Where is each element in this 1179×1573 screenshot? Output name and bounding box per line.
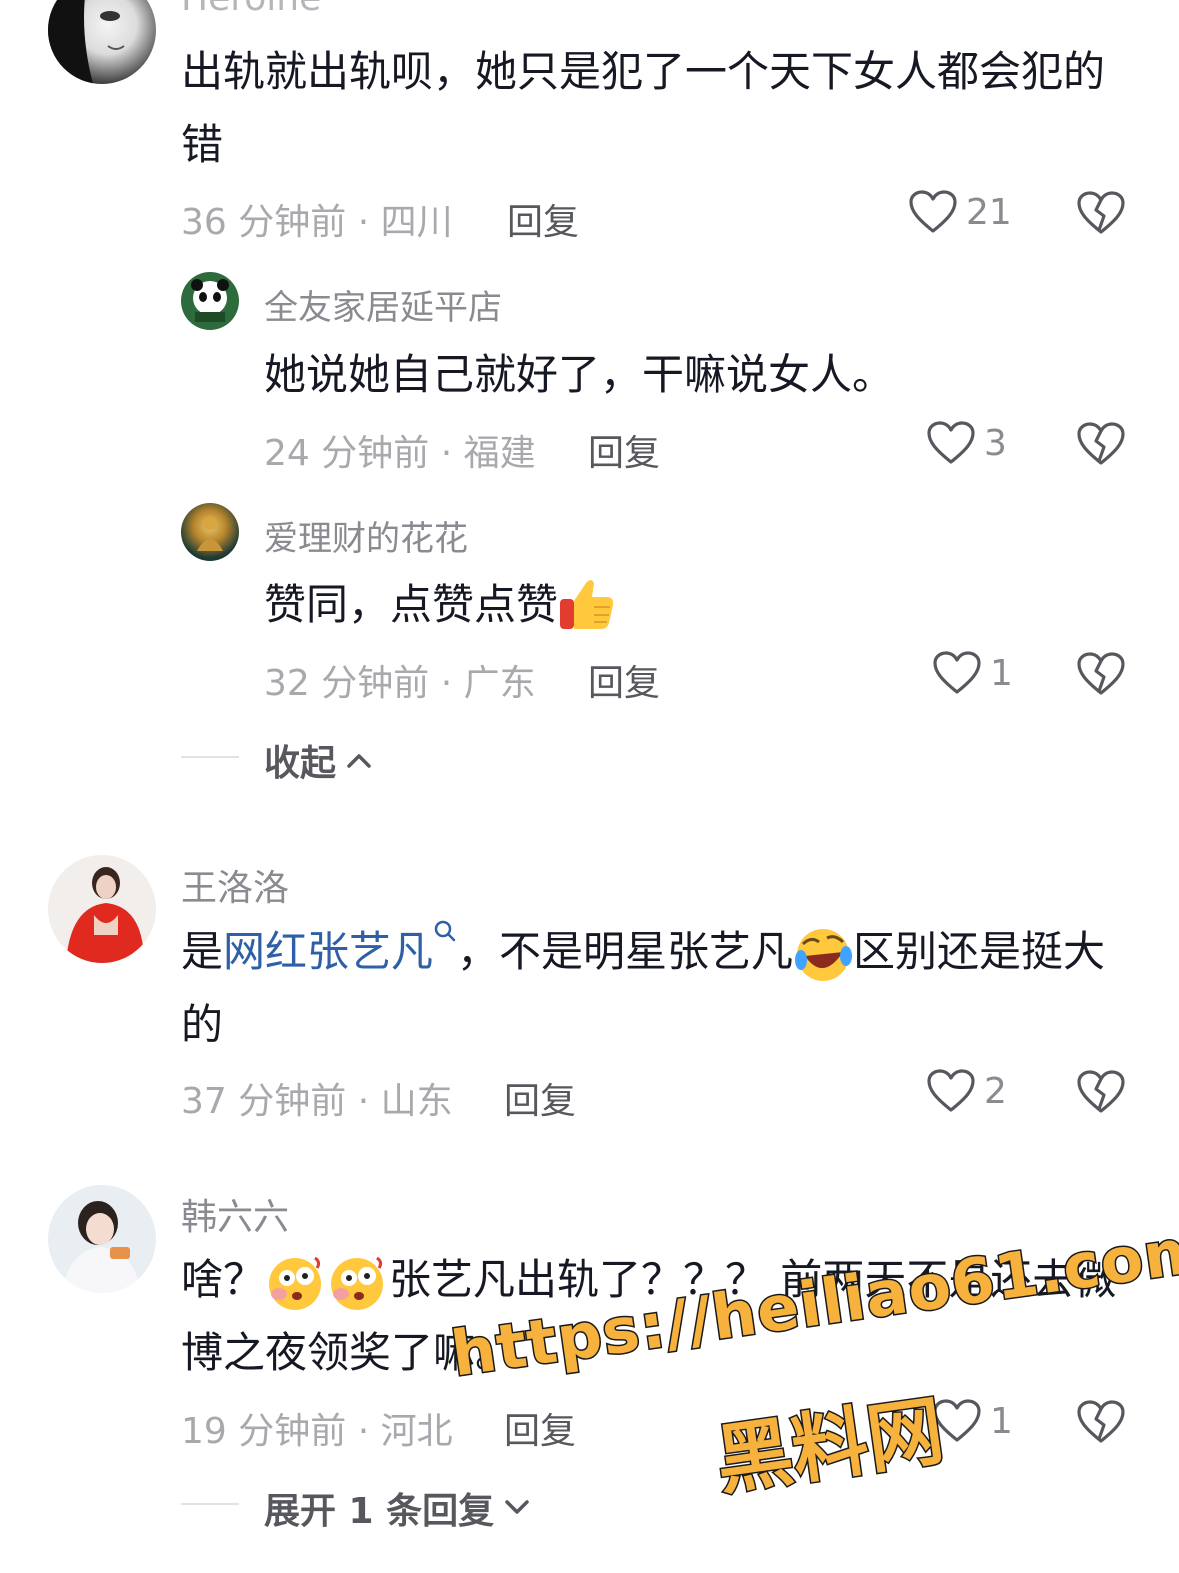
- comment-meta: 19 分钟前 · 河北: [181, 1411, 453, 1452]
- like-button[interactable]: 1: [932, 650, 1013, 696]
- reply-content: 她说她自己就好了，干嘛说女人。: [264, 350, 895, 399]
- content-text: ，不是明星张艺凡: [457, 927, 794, 976]
- heart-icon: [927, 1069, 975, 1112]
- avatar[interactable]: [181, 272, 239, 330]
- woozy-face-icon: [331, 1256, 384, 1310]
- reply-content: 赞同，点赞点赞: [264, 580, 559, 629]
- divider: [181, 756, 239, 758]
- comment-meta: 37 分钟前 · 山东: [181, 1081, 453, 1122]
- search-link-text: 网红张艺凡: [223, 927, 434, 976]
- expand-replies-button[interactable]: 展开 1 条回复: [264, 1482, 530, 1534]
- reply-button[interactable]: 回复: [504, 1072, 576, 1124]
- reply-button[interactable]: 回复: [588, 654, 660, 706]
- reply-button[interactable]: 回复: [504, 1402, 576, 1454]
- comment-content: 是网红张艺凡 ，不是明星张艺凡 区别还是挺大的: [181, 915, 1121, 1061]
- thumbs-up-icon: [560, 579, 614, 629]
- divider: [181, 1503, 239, 1505]
- avatar[interactable]: [48, 0, 156, 84]
- watermark-name: 黑料网: [709, 1384, 950, 1507]
- reply-username[interactable]: 爱理财的花花: [264, 511, 468, 560]
- like-button[interactable]: 3: [926, 420, 1007, 466]
- woozy-face-icon: [269, 1256, 322, 1310]
- avatar[interactable]: [181, 503, 239, 561]
- avatar[interactable]: [48, 855, 156, 963]
- like-count: 21: [966, 191, 1012, 233]
- dislike-icon[interactable]: [1076, 1069, 1126, 1115]
- like-button[interactable]: 1: [932, 1398, 1013, 1444]
- avatar-image: [66, 867, 144, 963]
- like-count: 3: [984, 422, 1007, 464]
- like-count: 1: [990, 652, 1013, 694]
- dislike-icon[interactable]: [1076, 651, 1126, 697]
- like-count: 1: [990, 1400, 1013, 1442]
- reply-button[interactable]: 回复: [588, 424, 660, 476]
- avatar[interactable]: [48, 1185, 156, 1293]
- avatar-image: [197, 516, 223, 551]
- comment-username[interactable]: 王洛洛: [181, 859, 289, 911]
- avatar-image: [48, 0, 125, 84]
- dislike-icon[interactable]: [1076, 421, 1126, 467]
- content-text: 是: [181, 927, 224, 976]
- reply-username[interactable]: 全友家居延平店: [264, 280, 502, 329]
- reply-meta: 24 分钟前 · 福建: [264, 433, 536, 474]
- reply-button[interactable]: 回复: [507, 193, 579, 245]
- rofl-emoji-icon: [795, 928, 853, 981]
- heart-icon: [927, 421, 975, 464]
- like-count: 2: [984, 1070, 1007, 1112]
- chevron-up-icon: [347, 754, 371, 768]
- search-link[interactable]: 网红张艺凡: [223, 920, 457, 976]
- collapse-label: 收起: [264, 743, 337, 784]
- chevron-down-icon: [505, 1500, 529, 1514]
- comment-meta: 36 分钟前 · 四川: [181, 202, 453, 243]
- like-button[interactable]: 21: [908, 189, 1012, 235]
- comment-content: 出轨就出轨呗，她只是犯了一个天下女人都会犯的错: [181, 47, 1106, 169]
- like-button[interactable]: 2: [926, 1068, 1007, 1114]
- expand-label: 展开 1 条回复: [264, 1491, 495, 1532]
- search-icon: [434, 920, 456, 942]
- avatar-image: [62, 1201, 140, 1293]
- avatar-image: [191, 279, 229, 322]
- reply-content-row: 赞同，点赞点赞: [264, 568, 616, 641]
- comment-username[interactable]: 韩六六: [181, 1188, 289, 1240]
- content-text: 啥？: [181, 1255, 266, 1304]
- heart-icon: [933, 651, 981, 694]
- reply-meta: 32 分钟前 · 广东: [264, 663, 536, 704]
- dislike-icon[interactable]: [1076, 1399, 1126, 1445]
- heart-icon: [909, 190, 957, 233]
- dislike-icon[interactable]: [1076, 190, 1126, 236]
- collapse-replies-button[interactable]: 收起: [264, 734, 372, 786]
- comment-username[interactable]: Heroine: [181, 0, 321, 19]
